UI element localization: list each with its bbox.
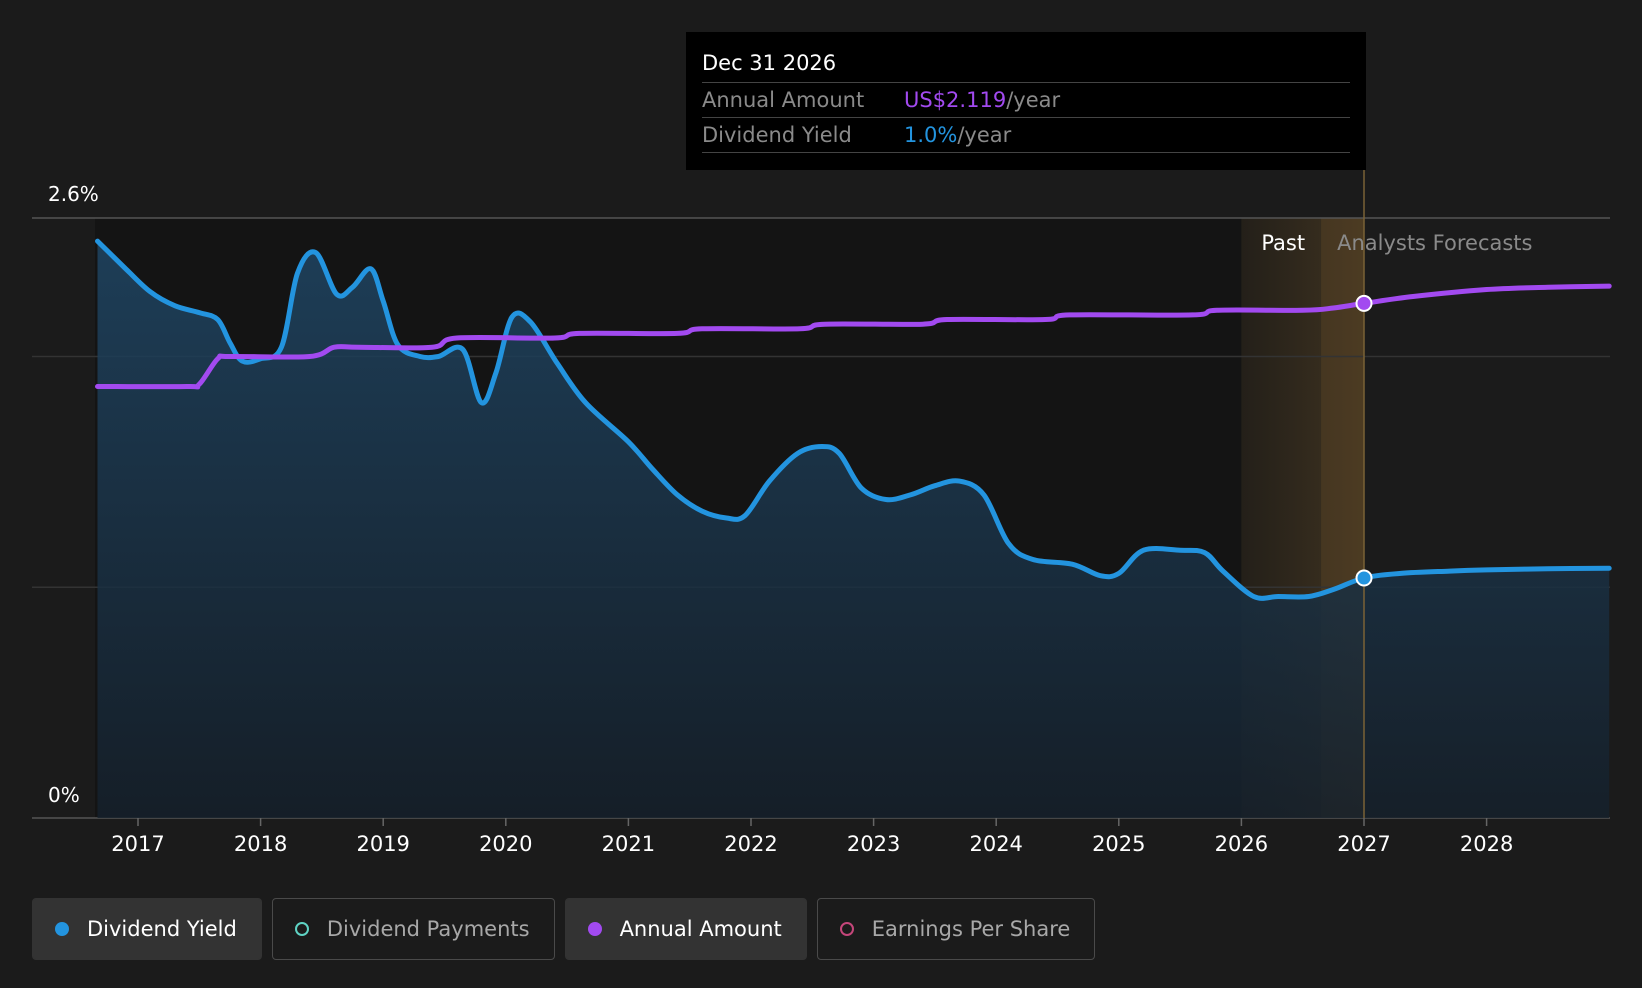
- tooltip-unit: /year: [1006, 88, 1061, 112]
- x-tick-label: 2022: [724, 832, 777, 856]
- tooltip-unit: /year: [957, 123, 1012, 147]
- tooltip-row-dividend-yield: Dividend Yield 1.0% /year: [702, 118, 1350, 153]
- tooltip-value: 1.0%: [904, 123, 958, 147]
- tooltip-label: Annual Amount: [702, 88, 865, 112]
- annual-amount-marker: [1355, 294, 1373, 312]
- legend-dot-icon: [55, 922, 69, 936]
- x-tick-label: 2020: [479, 832, 532, 856]
- legend-dot-icon: [587, 922, 602, 936]
- legend-label: Dividend Yield: [87, 917, 237, 941]
- tooltip-row-annual-amount: Annual Amount US$2.119 /year: [702, 83, 1350, 118]
- x-tick-label: 2025: [1092, 832, 1145, 856]
- forecast-label: Analysts Forecasts: [1337, 231, 1532, 255]
- x-tick-label: 2019: [356, 832, 409, 856]
- legend-annual-amount[interactable]: Annual Amount: [564, 898, 807, 960]
- x-tick-label: 2024: [969, 832, 1022, 856]
- dividend-yield-marker: [1355, 569, 1373, 587]
- legend-dividend-yield[interactable]: Dividend Yield: [32, 898, 262, 960]
- x-tick-label: 2028: [1460, 832, 1513, 856]
- legend-earnings-per-share[interactable]: Earnings Per Share: [816, 898, 1096, 960]
- y-axis-top-label: 2.6%: [48, 182, 99, 206]
- x-tick-label: 2021: [602, 832, 655, 856]
- legend-label: Dividend Payments: [326, 917, 530, 941]
- past-label: Past: [1261, 231, 1305, 255]
- y-axis-bottom-label: 0%: [48, 783, 80, 807]
- chart-tooltip: Dec 31 2026 Annual Amount US$2.119 /year…: [686, 32, 1366, 170]
- x-tick-label: 2018: [234, 832, 287, 856]
- x-tick-label: 2023: [847, 832, 900, 856]
- tooltip-date: Dec 31 2026: [702, 32, 1350, 83]
- legend-label: Annual Amount: [619, 917, 782, 941]
- tooltip-label: Dividend Yield: [702, 123, 852, 147]
- legend-dot-icon: [839, 922, 854, 936]
- legend-dividend-payments[interactable]: Dividend Payments: [271, 898, 555, 960]
- tooltip-value: US$2.119: [904, 88, 1007, 112]
- chart-legend: Dividend Yield Dividend Payments Annual …: [32, 898, 1096, 960]
- x-tick-label: 2026: [1215, 832, 1268, 856]
- legend-dot-icon: [294, 922, 309, 936]
- x-tick-label: 2027: [1337, 832, 1390, 856]
- legend-label: Earnings Per Share: [871, 917, 1071, 941]
- x-tick-label: 2017: [111, 832, 164, 856]
